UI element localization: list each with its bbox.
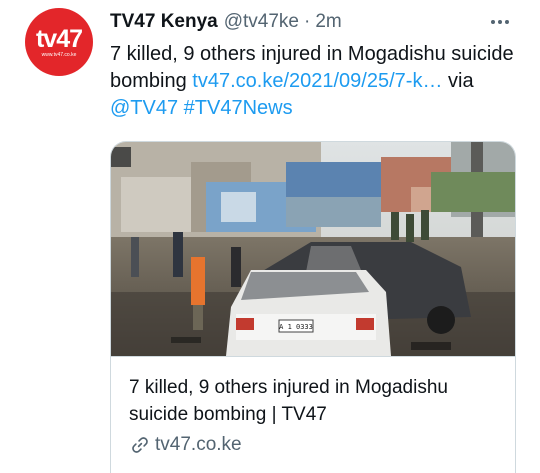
avatar-logo-text: tv47 [35, 24, 83, 53]
card-title[interactable]: 7 killed, 9 others injured in Mogadishu … [129, 374, 499, 428]
display-name[interactable]: TV47 Kenya [110, 11, 218, 33]
avatar-logo-url: www.tv47.co.ke [41, 51, 77, 58]
card-image[interactable]: A 1 0333 [111, 142, 515, 356]
avatar[interactable]: tv47 www.tv47.co.ke [25, 8, 93, 76]
more-options-button[interactable] [486, 8, 514, 36]
license-plate: A 1 0333 [279, 323, 313, 331]
mention-link[interactable]: @TV47 [110, 97, 178, 119]
tweet-text: 7 killed, 9 others injured in Mogadishu … [110, 41, 525, 122]
tweet-url-link[interactable]: tv47.co.ke/2021/09/25/7-k… [192, 70, 442, 92]
hashtag-link[interactable]: #TV47News [184, 97, 293, 119]
timestamp[interactable]: 2m [315, 11, 341, 33]
link-icon [132, 437, 148, 453]
tweet[interactable]: tv47 www.tv47.co.ke TV47 Kenya @tv47ke ·… [0, 0, 540, 473]
user-handle[interactable]: @tv47ke [224, 11, 299, 33]
card-divider [111, 356, 515, 357]
tweet-text-via: via [442, 70, 474, 92]
tweet-header: TV47 Kenya @tv47ke · 2m [110, 8, 342, 36]
separator-dot: · [304, 11, 311, 32]
more-horizontal-icon [491, 20, 509, 24]
card-domain[interactable]: tv47.co.ke [129, 431, 242, 459]
card-domain-text: tv47.co.ke [155, 434, 242, 455]
link-preview-card[interactable]: A 1 0333 7 killed, 9 others injured in M… [110, 141, 516, 473]
